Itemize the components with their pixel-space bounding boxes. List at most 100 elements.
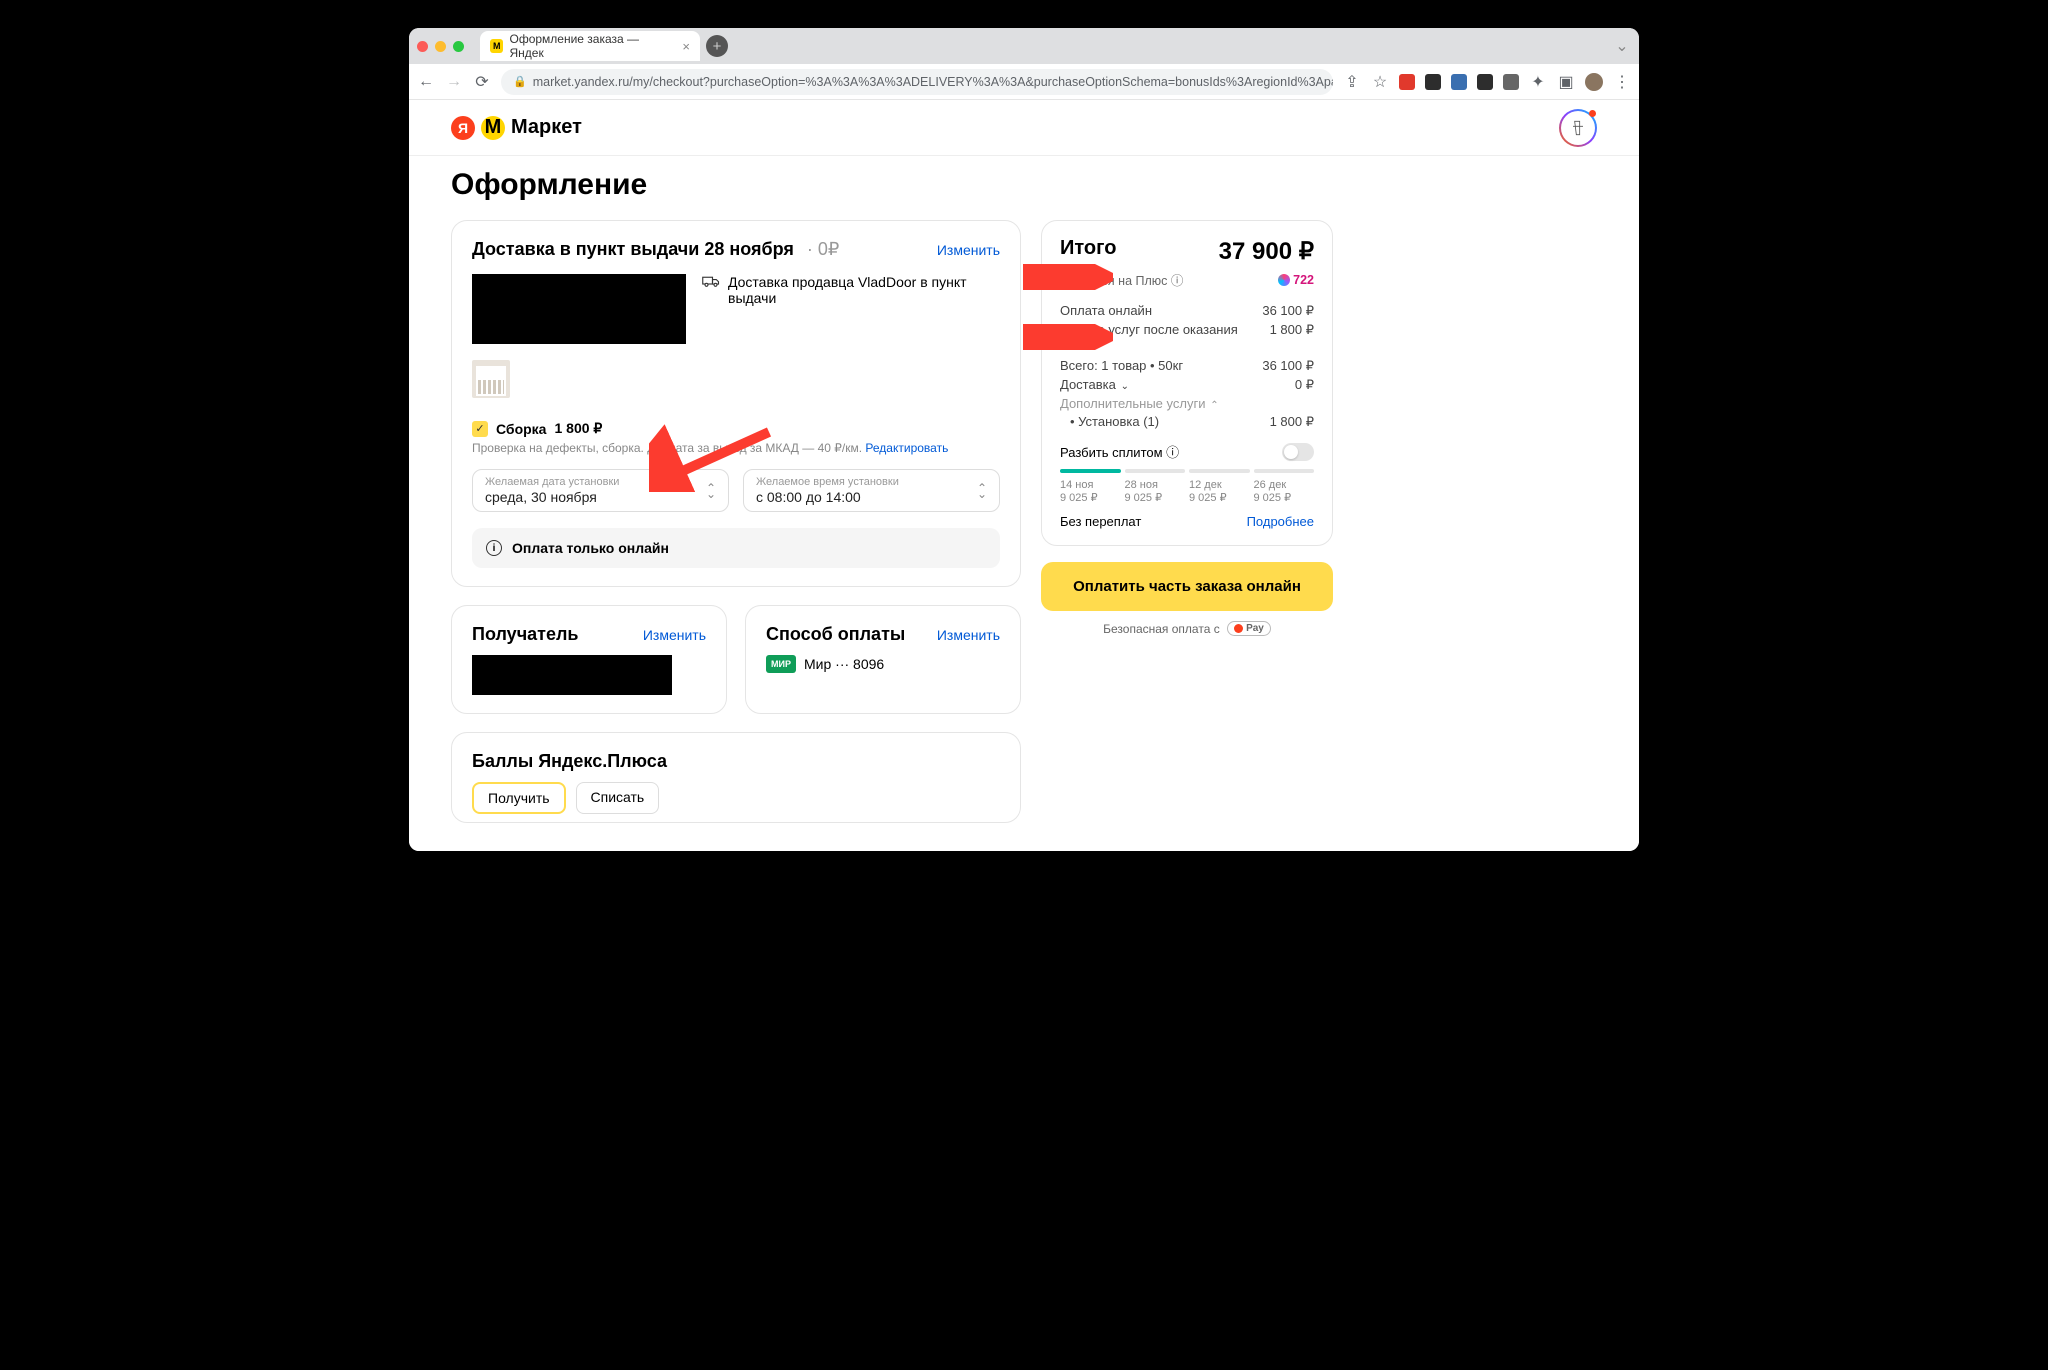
service-pay-value: 1 800 ₽: [1270, 322, 1314, 338]
back-icon[interactable]: ←: [417, 73, 435, 91]
product-thumbnail[interactable]: [472, 360, 510, 398]
summary-card: Итого 37 900 ₽ Вернётся на Плюс ⓘ 722 Оп…: [1041, 220, 1333, 546]
chevron-up-icon: ⌃: [1207, 400, 1218, 411]
extension-icon[interactable]: [1425, 74, 1441, 90]
online-pay-label: Оплата онлайн: [1060, 303, 1152, 319]
close-tab-icon[interactable]: ×: [682, 39, 690, 54]
chevron-updown-icon: ⌃⌄: [706, 485, 716, 497]
extension-icon[interactable]: [1399, 74, 1415, 90]
change-recipient-link[interactable]: Изменить: [643, 627, 706, 643]
recipient-title: Получатель: [472, 624, 578, 645]
recipient-card: Получатель Изменить: [451, 605, 727, 714]
puzzle-icon[interactable]: ✦: [1529, 72, 1547, 92]
extension-icon[interactable]: [1477, 74, 1493, 90]
site-header: Я М Маркет: [409, 100, 1639, 156]
info-icon[interactable]: ⓘ: [1166, 445, 1179, 460]
assembly-price: 1 800 ₽: [554, 420, 602, 437]
browser-tabbar: М Оформление заказа — Яндек × + ⌄: [409, 28, 1639, 64]
brand-text: Маркет: [511, 116, 582, 139]
extra-services-label[interactable]: Дополнительные услуги ⌃: [1060, 396, 1219, 411]
minimize-window-icon[interactable]: [435, 41, 446, 52]
nofee-label: Без переплат: [1060, 514, 1141, 529]
url-field[interactable]: 🔒 market.yandex.ru/my/checkout?purchaseO…: [501, 69, 1333, 95]
split-segment: 28 ноя9 025 ₽: [1125, 479, 1186, 504]
plus-tab-get[interactable]: Получить: [472, 782, 566, 814]
install-date-value: среда, 30 ноября: [485, 489, 716, 505]
lock-icon: 🔒: [513, 75, 527, 88]
mir-card-icon: МИР: [766, 655, 796, 673]
items-label: Всего: 1 товар • 50кг: [1060, 358, 1183, 374]
star-icon[interactable]: ☆: [1371, 72, 1389, 92]
split-label: Разбить сплитом ⓘ: [1060, 442, 1179, 461]
forward-icon: →: [445, 73, 463, 91]
extensions: ⇪ ☆ ✦ ▣ ⋮: [1343, 72, 1631, 92]
window-controls[interactable]: [417, 41, 464, 52]
share-icon[interactable]: ⇪: [1343, 72, 1361, 92]
page-title: Оформление: [451, 168, 1597, 202]
secure-pay-note: Безопасная оплата с Pay: [1041, 621, 1333, 636]
install-line-label: • Установка (1): [1070, 414, 1159, 430]
extension-icon[interactable]: [1451, 74, 1467, 90]
delivery-line-value: 0 ₽: [1295, 377, 1314, 393]
split-schedule: 14 ноя9 025 ₽28 ноя9 025 ₽12 дек9 025 ₽2…: [1060, 479, 1314, 504]
split-segment: 14 ноя9 025 ₽: [1060, 479, 1121, 504]
url-text: market.yandex.ru/my/checkout?purchaseOpt…: [533, 75, 1333, 89]
truck-icon: [702, 274, 720, 344]
install-time-select[interactable]: Желаемое время установки с 08:00 до 14:0…: [743, 469, 1000, 512]
summary-title: Итого: [1060, 237, 1116, 260]
logo[interactable]: Я М Маркет: [451, 116, 582, 140]
chevron-updown-icon: ⌃⌄: [977, 485, 987, 497]
split-segment: 26 дек9 025 ₽: [1254, 479, 1315, 504]
address-redacted: [472, 274, 686, 344]
install-date-select[interactable]: Желаемая дата установки среда, 30 ноября…: [472, 469, 729, 512]
split-toggle[interactable]: [1282, 443, 1314, 461]
close-window-icon[interactable]: [417, 41, 428, 52]
ya-icon: Я: [451, 116, 475, 140]
delivery-line-label[interactable]: Доставка ⌄: [1060, 377, 1129, 393]
install-time-value: с 08:00 до 14:00: [756, 489, 987, 505]
user-avatar[interactable]: [1559, 109, 1597, 147]
profile-avatar[interactable]: [1585, 73, 1603, 91]
maximize-window-icon[interactable]: [453, 41, 464, 52]
assembly-label: Сборка: [496, 421, 546, 437]
favicon-icon: М: [490, 39, 503, 53]
payment-title: Способ оплаты: [766, 624, 905, 645]
install-time-label: Желаемое время установки: [756, 476, 987, 488]
chevron-down-icon: ⌄: [1118, 381, 1129, 392]
extension-icon[interactable]: [1503, 74, 1519, 90]
info-icon: i: [486, 540, 502, 556]
install-date-label: Желаемая дата установки: [485, 476, 716, 488]
shipping-text: Доставка продавца VladDoor в пункт выдач…: [728, 274, 968, 344]
delivery-title-text: Доставка в пункт выдачи 28 ноября: [472, 239, 794, 259]
service-pay-label: Оплата услуг после оказания: [1060, 322, 1238, 338]
plus-points-card: Баллы Яндекс.Плюса Получить Списать: [451, 732, 1021, 823]
edit-assembly-link[interactable]: Редактировать: [865, 441, 948, 455]
shipping-info: Доставка продавца VladDoor в пункт выдач…: [702, 274, 968, 344]
cashback-value: 722: [1278, 270, 1314, 289]
market-icon: М: [481, 116, 505, 140]
chevron-down-icon[interactable]: ⌄: [1613, 36, 1631, 56]
reload-icon[interactable]: ⟳: [473, 72, 491, 92]
plus-tab-spend[interactable]: Списать: [576, 782, 660, 814]
recipient-redacted: [472, 655, 672, 695]
app-icon[interactable]: ▣: [1557, 72, 1575, 92]
change-payment-link[interactable]: Изменить: [937, 627, 1000, 643]
new-tab-button[interactable]: +: [706, 35, 728, 57]
notice-text: Оплата только онлайн: [512, 540, 669, 556]
change-delivery-link[interactable]: Изменить: [937, 242, 1000, 258]
online-only-notice: i Оплата только онлайн: [472, 528, 1000, 568]
avatar-icon: [1568, 118, 1588, 138]
install-line-value: 1 800 ₽: [1270, 414, 1314, 430]
assembly-description: Проверка на дефекты, сборка. Доплата за …: [472, 441, 1000, 455]
payment-card: Способ оплаты Изменить МИР Мир ··· 8096: [745, 605, 1021, 714]
plus-title: Баллы Яндекс.Плюса: [472, 751, 1000, 772]
split-more-link[interactable]: Подробнее: [1247, 514, 1314, 529]
split-progress: [1060, 469, 1314, 473]
browser-tab[interactable]: М Оформление заказа — Яндек ×: [480, 31, 700, 61]
info-icon[interactable]: ⓘ: [1171, 274, 1184, 288]
menu-icon[interactable]: ⋮: [1613, 72, 1631, 92]
assembly-checkbox[interactable]: ✓: [472, 421, 488, 437]
split-segment: 12 дек9 025 ₽: [1189, 479, 1250, 504]
browser-urlbar: ← → ⟳ 🔒 market.yandex.ru/my/checkout?pur…: [409, 64, 1639, 100]
pay-button[interactable]: Оплатить часть заказа онлайн: [1041, 562, 1333, 611]
